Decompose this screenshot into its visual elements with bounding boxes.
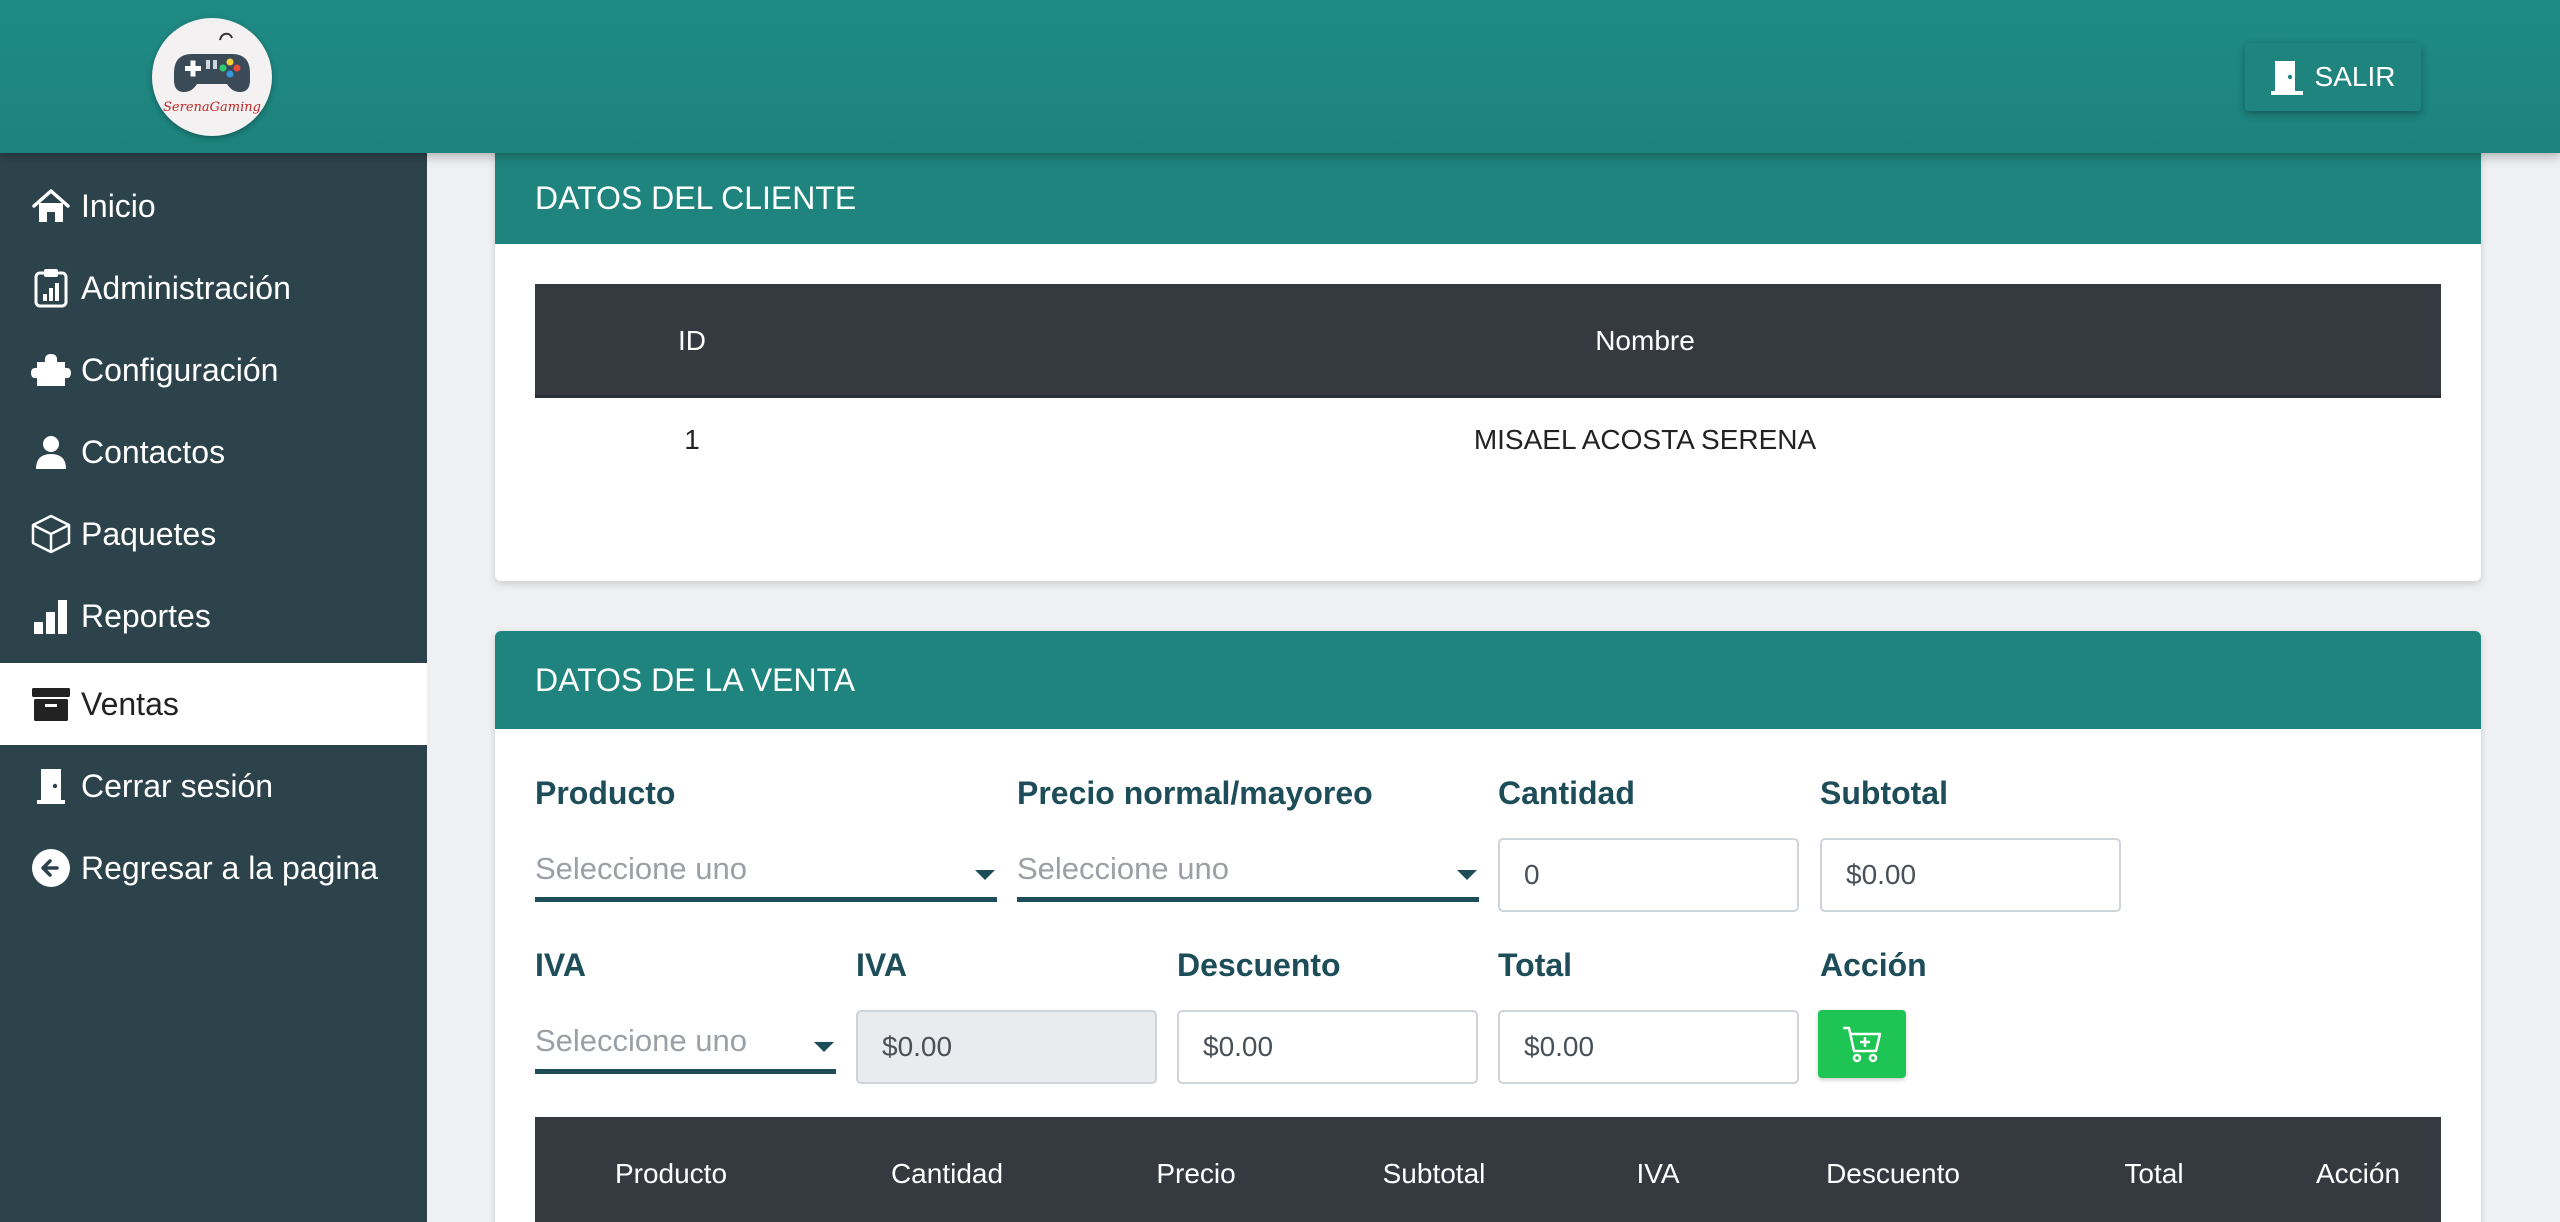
sidebar-item-label: Contactos [81, 433, 226, 470]
serena-gaming-logo[interactable]: SerenaGaming [152, 18, 272, 136]
descuento-label: Descuento [1177, 947, 1341, 983]
client-card-title: DATOS DEL CLIENTE [495, 140, 2481, 244]
subtotal-label: Subtotal [1820, 775, 1948, 811]
add-to-cart-button[interactable] [1818, 1010, 1906, 1078]
column-header-nombre: Nombre [1595, 325, 1695, 356]
sidebar-item-label: Cerrar sesión [81, 767, 274, 804]
gamepad-icon [174, 32, 250, 92]
archive-icon [31, 684, 71, 724]
total-label: Total [1498, 947, 1573, 983]
door-exit-icon [2270, 61, 2303, 95]
salir-label: SALIR [2314, 61, 2396, 92]
chevron-down-icon [1457, 870, 1477, 880]
subtotal-input[interactable]: $0.00 [1820, 838, 2121, 912]
logo-text: SerenaGaming [163, 100, 261, 115]
client-table-header: ID Nombre [535, 284, 2441, 398]
column-header-cantidad: Cantidad [890, 1158, 1004, 1189]
box-icon [31, 514, 71, 554]
client-name-cell: MISAEL ACOSTA SERENA [1473, 424, 1817, 455]
chevron-down-icon [975, 870, 995, 880]
puzzle-icon [31, 350, 71, 390]
sidebar-item-label: Inicio [81, 187, 156, 224]
column-header-descuento: Descuento [1826, 1158, 1960, 1189]
top-bar: SerenaGaming SALIR [0, 0, 2560, 153]
sale-card-title: DATOS DE LA VENTA [495, 631, 2481, 729]
sidebar-item-label: Regresar a la pagina [81, 849, 379, 886]
chevron-down-icon [814, 1042, 834, 1052]
sidebar-item-inicio[interactable]: Inicio [0, 165, 427, 247]
client-id-cell: 1 [684, 424, 700, 455]
producto-label: Producto [535, 775, 676, 811]
sidebar-item-label: Reportes [81, 597, 211, 634]
bar-chart-icon [31, 596, 71, 636]
column-header-producto: Producto [614, 1158, 728, 1189]
producto-select-placeholder: Seleccione uno [535, 850, 747, 886]
sidebar-item-paquetes[interactable]: Paquetes [0, 493, 427, 575]
sidebar-item-cerrar-sesion[interactable]: Cerrar sesión [0, 745, 427, 827]
column-header-subtotal: Subtotal [1382, 1158, 1486, 1189]
precio-select[interactable]: Seleccione uno [1017, 840, 1479, 902]
sidebar-item-label: Ventas [81, 685, 179, 722]
total-input[interactable]: $0.00 [1498, 1010, 1799, 1084]
sidebar-item-administracion[interactable]: Administración [0, 247, 427, 329]
sidebar-item-reportes[interactable]: Reportes [0, 575, 427, 657]
producto-select[interactable]: Seleccione uno [535, 840, 997, 902]
sidebar-item-ventas[interactable]: Ventas [0, 663, 427, 745]
cart-plus-icon [1843, 1026, 1882, 1063]
cantidad-input[interactable]: 0 [1498, 838, 1799, 912]
sale-items-table-header: Producto Cantidad Precio Subtotal IVA De… [535, 1117, 2441, 1222]
sidebar-item-label: Configuración [81, 351, 279, 388]
sidebar-item-contactos[interactable]: Contactos [0, 411, 427, 493]
precio-select-placeholder: Seleccione uno [1017, 850, 1229, 886]
sidebar-item-label: Paquetes [81, 515, 217, 552]
column-header-precio: Precio [1156, 1158, 1236, 1189]
sidebar-item-configuracion[interactable]: Configuración [0, 329, 427, 411]
sidebar-item-label: Administración [81, 269, 291, 306]
column-header-accion: Acción [2315, 1158, 2401, 1189]
accion-label: Acción [1820, 947, 1927, 983]
door-icon [31, 766, 71, 806]
iva-select-label: IVA [535, 947, 586, 983]
arrow-left-circle-icon [31, 848, 71, 888]
sidebar-item-regresar[interactable]: Regresar a la pagina [0, 827, 427, 909]
precio-label: Precio normal/mayoreo [1017, 775, 1373, 811]
clipboard-chart-icon [31, 268, 71, 308]
salir-button[interactable]: SALIR [2245, 43, 2421, 111]
user-icon [31, 432, 71, 472]
column-header-iva: IVA [1636, 1158, 1680, 1189]
iva-value-label: IVA [856, 947, 907, 983]
iva-value-input: $0.00 [856, 1010, 1157, 1084]
home-icon [31, 186, 71, 226]
descuento-input[interactable]: $0.00 [1177, 1010, 1478, 1084]
cantidad-label: Cantidad [1498, 775, 1635, 811]
column-header-total: Total [2124, 1158, 2184, 1189]
iva-select-placeholder: Seleccione uno [535, 1022, 747, 1058]
column-header-id: ID [678, 325, 706, 356]
iva-select[interactable]: Seleccione uno [535, 1012, 836, 1074]
sidebar: Inicio Administración Configuración Cont… [0, 153, 427, 1222]
client-data-card: DATOS DEL CLIENTE ID Nombre 1 MISAEL ACO… [495, 140, 2481, 581]
